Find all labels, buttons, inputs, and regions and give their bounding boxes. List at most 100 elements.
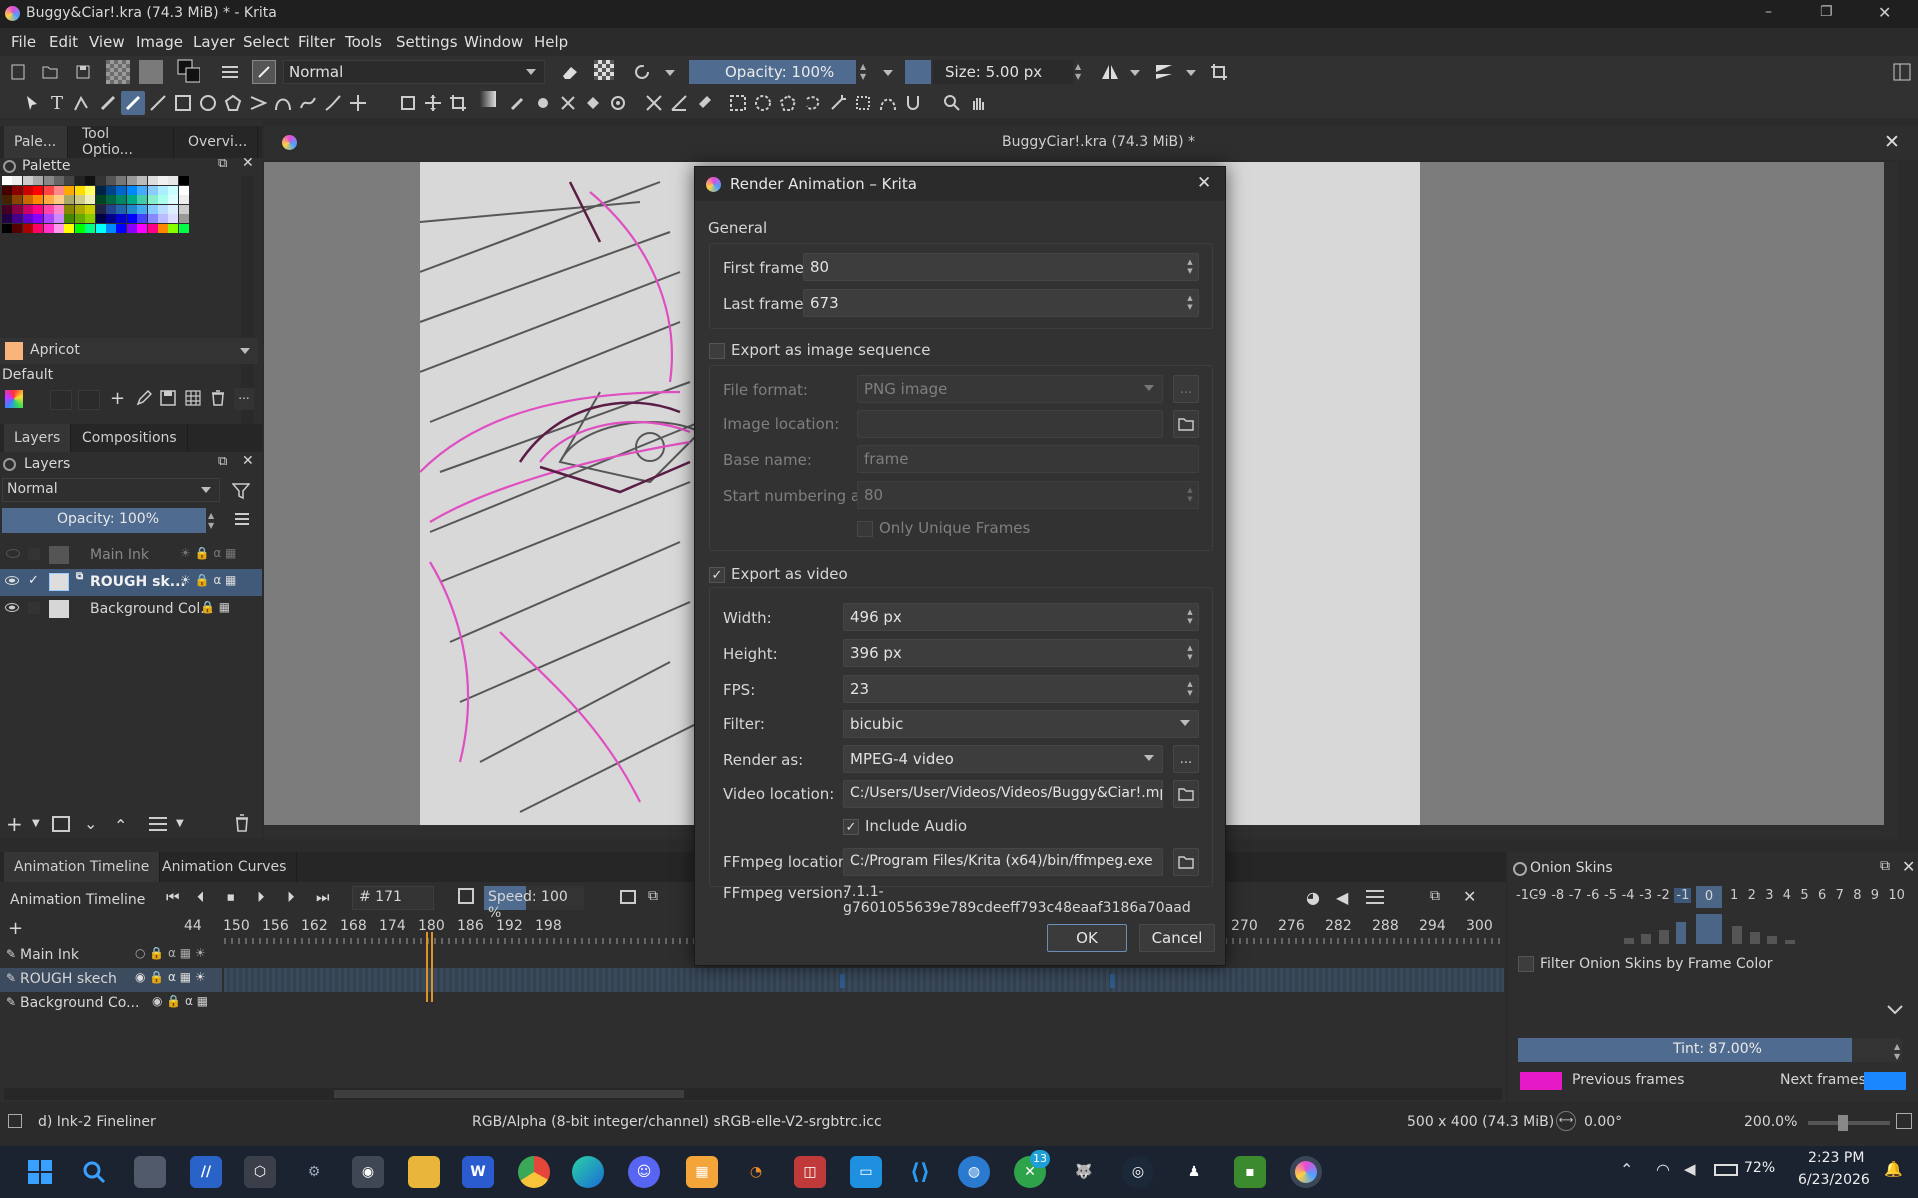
status-rotation[interactable]: 0.00° — [1584, 1114, 1622, 1130]
palette-swatch[interactable] — [137, 185, 148, 195]
palette-swatch[interactable] — [2, 224, 12, 233]
palette-swatch[interactable] — [12, 214, 23, 224]
onion-opacity-bar[interactable] — [1749, 932, 1760, 944]
palette-swatch[interactable] — [158, 204, 168, 214]
current-color-row[interactable]: Apricot — [0, 338, 258, 364]
tab-palette[interactable]: Pale... — [4, 126, 68, 158]
palette-swatch[interactable] — [147, 214, 158, 224]
clock-date[interactable]: 6/23/2026 — [1798, 1172, 1870, 1188]
windows-start-icon[interactable] — [24, 1156, 56, 1188]
palette-swatch[interactable] — [95, 185, 106, 195]
camera-icon[interactable]: ◉ — [352, 1156, 384, 1188]
palette-swatch[interactable] — [43, 214, 54, 224]
delete-layer-icon[interactable] — [234, 814, 250, 836]
float-docker-icon[interactable]: ⧉ — [1880, 858, 1890, 874]
timeline-layer-main-ink[interactable]: ✎ Main Ink ○ 🔒 α ▦ ☀ — [0, 944, 222, 968]
chevron-up-icon[interactable]: ⌃ — [1620, 1160, 1633, 1179]
palette-swatch[interactable] — [85, 204, 96, 214]
minecraft-icon[interactable]: ▪ — [1234, 1156, 1266, 1188]
palette-swatch[interactable] — [64, 176, 75, 185]
mirror-vertical-icon[interactable] — [1152, 60, 1176, 84]
palette-swatch[interactable] — [116, 224, 127, 233]
spinbox-arrows-icon[interactable]: ▲ ▼ — [1182, 604, 1198, 630]
move-layer-down-icon[interactable]: ⌄ — [84, 814, 97, 833]
close-docker-icon[interactable]: ✕ — [242, 155, 254, 171]
width-input[interactable]: 496 px ▲ ▼ — [843, 603, 1199, 631]
palette-swatch[interactable] — [158, 195, 168, 205]
crop-tool-icon[interactable] — [446, 91, 470, 115]
contiguous-selection-tool-icon[interactable] — [826, 91, 850, 115]
onion-opacity-bar[interactable] — [1784, 940, 1795, 944]
palette-swatch[interactable] — [168, 185, 179, 195]
palette-swatch[interactable] — [116, 195, 127, 205]
palette-swatch[interactable] — [74, 176, 85, 185]
onion-current-bar[interactable] — [1696, 914, 1722, 944]
menu-edit[interactable]: Edit — [49, 33, 78, 51]
palette-swatch[interactable] — [106, 195, 116, 205]
palette-swatch[interactable] — [2, 176, 12, 185]
timeline-frames-area[interactable] — [224, 932, 1504, 1094]
palette-swatch[interactable] — [106, 214, 116, 224]
app-icon-cube[interactable]: ⬡ — [244, 1156, 276, 1188]
image-location-input[interactable] — [857, 410, 1163, 438]
onion-frame-numbers[interactable]: -1C -9 -8 -7 -6 -5 -4 -3 -2 -1 0 1 2 3 4 5 6 7 8 9 10 — [1516, 886, 1916, 910]
palette-swatch[interactable] — [12, 176, 23, 185]
size-spin-icon[interactable]: ▲ ▼ — [1075, 62, 1081, 82]
palette-swatch[interactable] — [54, 214, 64, 224]
only-unique-frames-checkbox[interactable] — [857, 521, 873, 537]
include-audio-checkbox[interactable]: ✓ — [843, 819, 859, 835]
palette-swatch[interactable] — [178, 195, 189, 205]
canvas-only-icon[interactable] — [1896, 1113, 1912, 1129]
flow-color-swatch-icon[interactable] — [905, 60, 931, 84]
menu-settings[interactable]: Settings — [396, 33, 458, 51]
palette-swatch-grid[interactable] — [2, 176, 238, 296]
palette-swatch[interactable] — [22, 224, 33, 233]
add-swatch-icon[interactable]: + — [110, 388, 125, 409]
palette-scrollbar[interactable] — [241, 176, 254, 452]
onion-frame-number[interactable]: -8 — [1551, 888, 1564, 903]
palette-swatch[interactable] — [106, 176, 116, 185]
menu-image[interactable]: Image — [136, 33, 183, 51]
palette-swatch[interactable] — [116, 185, 127, 195]
palette-swatch[interactable] — [43, 224, 54, 233]
chevron-down-icon[interactable] — [883, 70, 893, 76]
stop-icon[interactable]: ⏹ — [227, 888, 235, 906]
timeline-layer-icons[interactable]: ◉ 🔒 α ▦ ☀ — [135, 970, 206, 984]
palette-swatch[interactable] — [178, 214, 189, 224]
onion-frame-number[interactable]: 6 — [1818, 888, 1826, 903]
palette-swatch[interactable] — [106, 224, 116, 233]
layer-select-checkbox[interactable]: ✓ — [28, 573, 39, 588]
foreground-background-color-icon[interactable] — [176, 59, 200, 83]
save-document-icon[interactable] — [71, 60, 95, 84]
tint-spin-icon[interactable]: ▲ ▼ — [1894, 1042, 1900, 1062]
palette-swatch[interactable] — [158, 224, 168, 233]
polyline-tool-icon[interactable] — [246, 91, 270, 115]
palette-more-button[interactable]: ... — [234, 388, 254, 410]
measure-tool-icon[interactable] — [667, 91, 691, 115]
reference-images-tool-icon[interactable] — [692, 91, 716, 115]
palette-chooser-icon[interactable] — [5, 390, 23, 408]
layer-opacity-spin-icon[interactable]: ▲ ▼ — [208, 511, 214, 531]
palette-swatch[interactable] — [85, 214, 96, 224]
spinbox-arrows-icon[interactable]: ▲ ▼ — [1182, 676, 1198, 702]
tint-slider[interactable]: Tint: 87.00% — [1518, 1038, 1902, 1062]
render-options-button[interactable]: ... — [1173, 745, 1199, 773]
go-to-start-icon[interactable]: ⏮ — [166, 888, 180, 906]
close-docker-icon[interactable]: ✕ — [1463, 887, 1476, 906]
onion-frame-number[interactable]: -3 — [1639, 888, 1652, 903]
zoom-slider-handle[interactable] — [1838, 1115, 1848, 1131]
play-icon[interactable]: ⏵ — [257, 888, 265, 906]
onion-frame-number[interactable]: 3 — [1765, 888, 1773, 903]
onion-opacity-bar[interactable] — [1676, 922, 1687, 944]
close-docker-icon[interactable]: ✕ — [242, 453, 254, 469]
move-tool-icon[interactable] — [421, 91, 445, 115]
onion-frame-number[interactable]: 4 — [1783, 888, 1791, 903]
export-video-label[interactable]: Export as video — [731, 565, 848, 583]
notification-bell-icon[interactable]: 🔔 — [1884, 1160, 1903, 1178]
layer-opacity-slider[interactable]: Opacity: 100% — [2, 508, 206, 533]
elliptical-selection-tool-icon[interactable] — [751, 91, 775, 115]
opacity-slider[interactable]: Opacity: 100% — [689, 60, 856, 84]
palette-swatch[interactable] — [116, 214, 127, 224]
palette-swatch[interactable] — [2, 204, 12, 214]
freehand-path-tool-icon[interactable] — [296, 91, 320, 115]
